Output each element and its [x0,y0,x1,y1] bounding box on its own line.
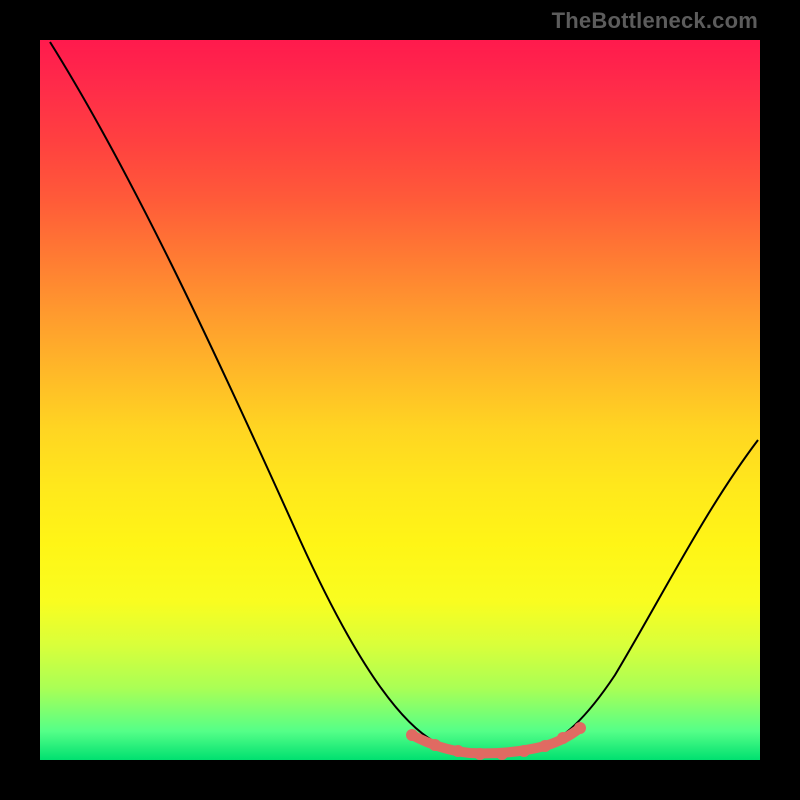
marker-dot [574,722,586,734]
marker-dot [518,745,530,757]
marker-dot [539,740,551,752]
marker-dot [557,732,569,744]
marker-dot [406,729,418,741]
chart-svg [40,40,760,760]
bottleneck-curve [50,42,758,752]
chart-container: TheBottleneck.com [0,0,800,800]
watermark-text: TheBottleneck.com [552,8,758,34]
marker-dot [452,745,464,757]
marker-dot [474,748,486,760]
marker-dot [429,739,441,751]
marker-dot [496,748,508,760]
